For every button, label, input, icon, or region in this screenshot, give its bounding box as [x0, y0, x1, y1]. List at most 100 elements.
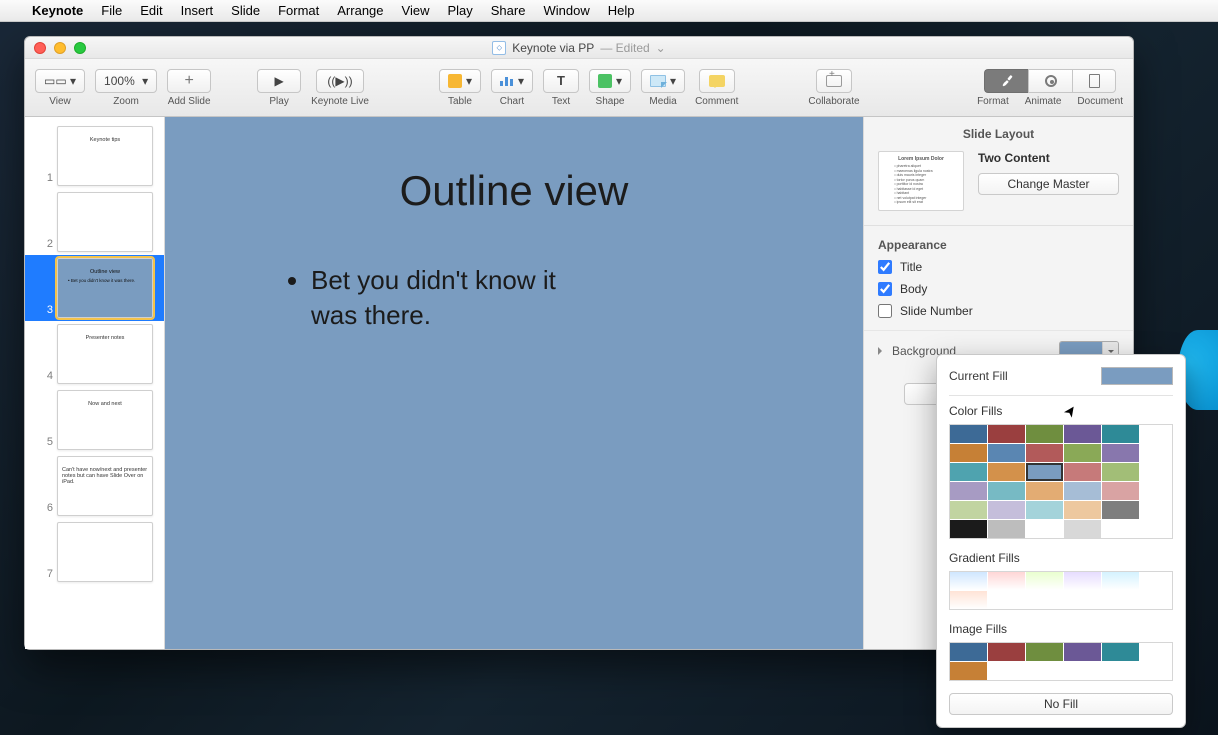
slide-thumbnail[interactable]: 5Now and next	[25, 387, 164, 453]
comment-button[interactable]	[699, 69, 735, 93]
body-checkbox-row[interactable]: Body	[878, 282, 1119, 296]
title-chevron-icon[interactable]: ⌄	[656, 41, 666, 55]
menu-arrange[interactable]: Arrange	[337, 3, 383, 18]
slide-navigator[interactable]: 1Keynote tips23Outline view• Bet you did…	[25, 117, 165, 649]
slide-thumbnail[interactable]: 3Outline view• Bet you didn't know it wa…	[25, 255, 164, 321]
menu-window[interactable]: Window	[543, 3, 589, 18]
gradient-swatch[interactable]	[988, 572, 1025, 590]
slide-number-checkbox-row[interactable]: Slide Number	[878, 304, 1119, 318]
document-proxy-icon[interactable]: ⬦	[492, 41, 506, 55]
color-swatch[interactable]	[950, 463, 987, 481]
table-icon	[448, 74, 462, 88]
document-title[interactable]: ⬦ Keynote via PP — Edited ⌄	[492, 41, 665, 55]
shape-button[interactable]: ▾	[589, 69, 631, 93]
color-swatch[interactable]	[1064, 425, 1101, 443]
gradient-swatch[interactable]	[1026, 572, 1063, 590]
color-swatch[interactable]	[950, 520, 987, 538]
image-fill-swatch[interactable]	[988, 643, 1025, 661]
color-swatch[interactable]	[950, 444, 987, 462]
color-swatch[interactable]	[1026, 501, 1063, 519]
color-swatch[interactable]	[988, 520, 1025, 538]
slide-canvas[interactable]: Outline view Bet you didn't know it was …	[165, 117, 863, 649]
image-fill-swatch[interactable]	[1026, 643, 1063, 661]
color-swatch[interactable]	[1064, 520, 1101, 538]
color-swatch[interactable]	[950, 482, 987, 500]
color-swatch[interactable]	[1064, 444, 1101, 462]
slide-thumbnail[interactable]: 2	[25, 189, 164, 255]
color-swatch[interactable]	[1026, 482, 1063, 500]
menu-insert[interactable]: Insert	[181, 3, 214, 18]
no-fill-button[interactable]: No Fill	[949, 693, 1173, 715]
color-swatch[interactable]	[1064, 463, 1101, 481]
color-swatch[interactable]	[1026, 463, 1063, 481]
change-master-button[interactable]: Change Master	[978, 173, 1119, 195]
play-button[interactable]: ▶	[257, 69, 301, 93]
image-fill-swatch[interactable]	[1064, 643, 1101, 661]
menu-view[interactable]: View	[402, 3, 430, 18]
color-swatch[interactable]	[950, 501, 987, 519]
color-swatch[interactable]	[1064, 482, 1101, 500]
color-swatch[interactable]	[1026, 520, 1063, 538]
slide-bullet[interactable]: Bet you didn't know it was there.	[311, 263, 585, 333]
color-swatch[interactable]	[1102, 482, 1139, 500]
color-swatch[interactable]	[1102, 444, 1139, 462]
add-slide-button[interactable]: +	[167, 69, 211, 93]
document-tab[interactable]	[1072, 69, 1116, 93]
table-button[interactable]: ▾	[439, 69, 481, 93]
text-button[interactable]: T	[543, 69, 579, 93]
slide-thumbnail[interactable]: 6Can't have now/next and presenter notes…	[25, 453, 164, 519]
gradient-swatch[interactable]	[950, 572, 987, 590]
chart-icon	[500, 76, 514, 86]
thumbnail-number: 3	[25, 304, 53, 318]
slide-thumbnail[interactable]: 4Presenter notes	[25, 321, 164, 387]
image-fill-swatch[interactable]	[950, 662, 987, 680]
menu-file[interactable]: File	[101, 3, 122, 18]
gradient-swatch[interactable]	[1102, 572, 1139, 590]
thumbnail-number: 5	[25, 436, 53, 450]
slide-number-checkbox[interactable]	[878, 304, 892, 318]
color-swatch[interactable]	[988, 444, 1025, 462]
title-checkbox[interactable]	[878, 260, 892, 274]
color-swatch[interactable]	[988, 482, 1025, 500]
media-button[interactable]: ▾	[641, 69, 685, 93]
collaborate-button[interactable]	[816, 69, 852, 93]
menu-play[interactable]: Play	[447, 3, 472, 18]
color-swatch[interactable]	[950, 425, 987, 443]
image-fill-swatch[interactable]	[1102, 643, 1139, 661]
zoom-button[interactable]: 100% ▾	[95, 69, 157, 93]
title-checkbox-row[interactable]: Title	[878, 260, 1119, 274]
color-swatch[interactable]	[988, 425, 1025, 443]
color-swatch[interactable]	[1102, 501, 1139, 519]
app-menu[interactable]: Keynote	[32, 3, 83, 18]
slide-title[interactable]: Outline view	[265, 167, 763, 215]
close-button[interactable]	[34, 42, 46, 54]
menu-slide[interactable]: Slide	[231, 3, 260, 18]
color-swatch[interactable]	[1026, 444, 1063, 462]
color-swatch[interactable]	[988, 501, 1025, 519]
color-swatch[interactable]	[1026, 425, 1063, 443]
color-swatch[interactable]	[1064, 501, 1101, 519]
minimize-button[interactable]	[54, 42, 66, 54]
view-mode-button[interactable]: ▭▭ ▾	[35, 69, 85, 93]
slide-thumbnail[interactable]: 7	[25, 519, 164, 585]
menu-edit[interactable]: Edit	[140, 3, 162, 18]
gradient-swatch[interactable]	[1064, 572, 1101, 590]
animate-tab[interactable]	[1028, 69, 1072, 93]
menu-help[interactable]: Help	[608, 3, 635, 18]
image-fill-swatch[interactable]	[950, 643, 987, 661]
current-fill-swatch[interactable]	[1101, 367, 1173, 385]
maximize-button[interactable]	[74, 42, 86, 54]
color-swatch[interactable]	[1102, 425, 1139, 443]
slide-body[interactable]: Bet you didn't know it was there.	[265, 263, 585, 333]
chart-button[interactable]: ▾	[491, 69, 533, 93]
body-checkbox[interactable]	[878, 282, 892, 296]
gradient-swatch[interactable]	[950, 591, 987, 609]
menu-share[interactable]: Share	[491, 3, 526, 18]
keynote-live-button[interactable]: ((▶))	[316, 69, 364, 93]
menu-format[interactable]: Format	[278, 3, 319, 18]
format-tab[interactable]	[984, 69, 1028, 93]
slide-thumbnail[interactable]: 1Keynote tips	[25, 123, 164, 189]
disclosure-triangle-icon[interactable]	[878, 347, 886, 355]
color-swatch[interactable]	[988, 463, 1025, 481]
color-swatch[interactable]	[1102, 463, 1139, 481]
